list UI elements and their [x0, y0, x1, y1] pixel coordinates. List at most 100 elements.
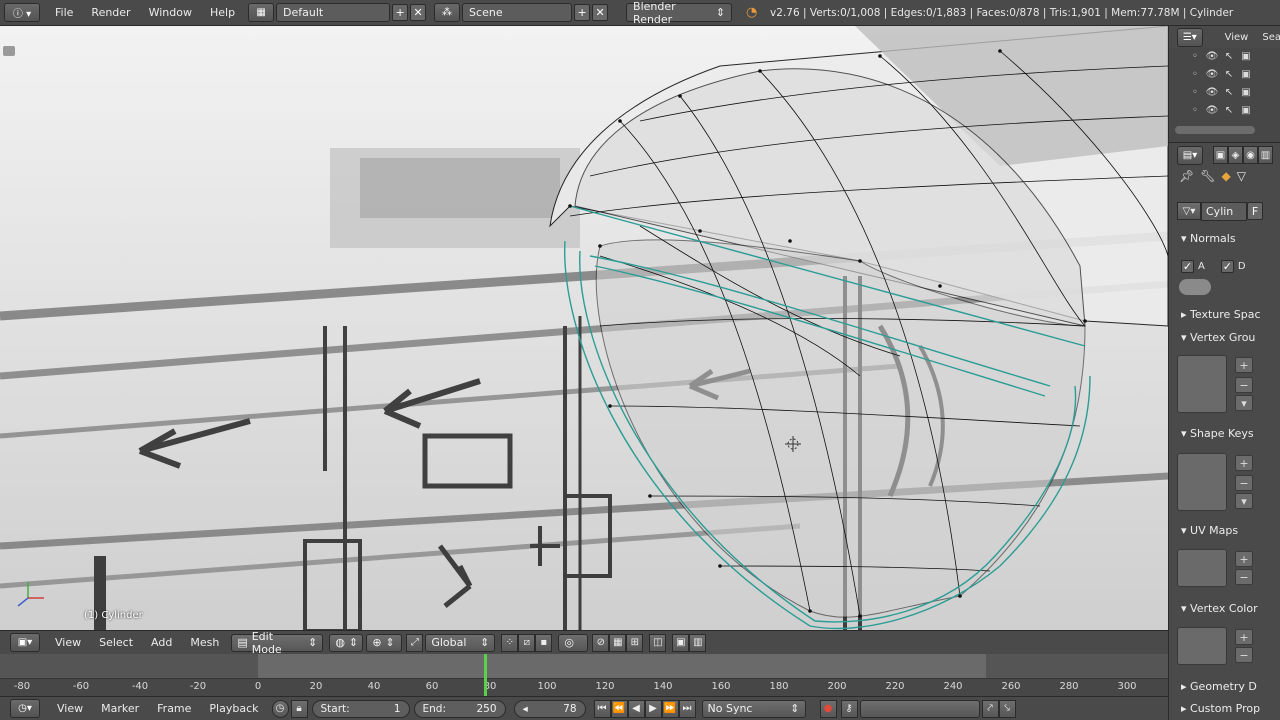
- shape-keys-panel-header[interactable]: ▾ Shape Keys: [1181, 427, 1254, 440]
- proportional-edit-dropdown[interactable]: ◎: [558, 633, 589, 652]
- keying-set-field[interactable]: [859, 699, 980, 718]
- menu-file[interactable]: File: [46, 0, 82, 26]
- mesh-data-icon[interactable]: ▽: [1237, 169, 1246, 183]
- play-reverse-icon[interactable]: ◀: [627, 699, 645, 718]
- scene-tab-icon[interactable]: ◈: [1228, 146, 1243, 164]
- preview-range-icon[interactable]: ◷: [271, 699, 289, 718]
- menu-add[interactable]: Add: [142, 636, 181, 649]
- remove-uv-map-button[interactable]: −: [1235, 569, 1253, 585]
- record-icon[interactable]: ●: [819, 699, 837, 718]
- scene-field[interactable]: Scene: [462, 3, 573, 22]
- menu-timeline-view[interactable]: View: [48, 702, 92, 715]
- double-sided-checkbox[interactable]: ✓: [1220, 260, 1234, 273]
- expand-icon[interactable]: ◦: [1189, 86, 1201, 98]
- delete-keyframe-icon[interactable]: ⤥: [998, 699, 1016, 718]
- timeline-editor-type-button[interactable]: ◷▾: [10, 699, 40, 718]
- vertex-colors-list[interactable]: [1177, 627, 1227, 665]
- vertex-groups-panel-header[interactable]: ▾ Vertex Grou: [1181, 331, 1255, 344]
- camera-render-icon[interactable]: ▣: [1240, 68, 1252, 80]
- uv-maps-panel-header[interactable]: ▾ UV Maps: [1181, 524, 1238, 537]
- custom-properties-panel-header[interactable]: ▸ Custom Prop: [1181, 702, 1260, 715]
- insert-keyframe-icon[interactable]: ⤤: [981, 699, 999, 718]
- outliner-menu-view[interactable]: View: [1225, 32, 1249, 43]
- remove-shape-key-button[interactable]: −: [1235, 475, 1253, 491]
- geometry-data-panel-header[interactable]: ▸ Geometry D: [1181, 680, 1257, 693]
- viewport-canvas[interactable]: [0, 26, 1168, 630]
- eye-icon[interactable]: 👁︎: [1206, 68, 1219, 80]
- object-tab-icon[interactable]: ▥: [1258, 146, 1273, 164]
- shape-keys-list[interactable]: [1177, 453, 1227, 511]
- add-shape-key-button[interactable]: +: [1235, 455, 1253, 471]
- render-still-icon[interactable]: ▣: [672, 633, 690, 652]
- viewport-shading-dropdown[interactable]: ◍ ⇕: [329, 633, 364, 652]
- cursor-select-icon[interactable]: ↖: [1223, 104, 1235, 116]
- face-select-icon[interactable]: ▪: [535, 633, 553, 652]
- modifier-tab-icon[interactable]: 🔧︎: [1200, 169, 1215, 183]
- menu-render[interactable]: Render: [82, 0, 139, 26]
- mesh-browse-icon[interactable]: ▽▾: [1177, 202, 1201, 220]
- cursor-select-icon[interactable]: ↖: [1223, 50, 1235, 62]
- timeline-area[interactable]: -80 -60 -40 -20 0 20 40 60 80 100 120 14…: [0, 654, 1168, 696]
- screen-layout-icon[interactable]: ▦: [248, 3, 275, 22]
- add-vertex-color-button[interactable]: +: [1235, 629, 1253, 645]
- auto-smooth-angle-field[interactable]: [1179, 279, 1211, 295]
- world-tab-icon[interactable]: ◉: [1243, 146, 1258, 164]
- start-frame-field[interactable]: Start: 1: [311, 699, 410, 718]
- snap-toggle-icon[interactable]: ⊘: [592, 633, 610, 652]
- outliner-row[interactable]: ◦ 👁︎ ↖ ▣: [1189, 104, 1252, 116]
- remove-scene-icon[interactable]: ✕: [592, 4, 609, 21]
- opengl-render-icon[interactable]: ◫: [649, 633, 667, 652]
- vertex-select-icon[interactable]: ⁘: [501, 633, 519, 652]
- sync-mode-dropdown[interactable]: No Sync ⇕: [701, 699, 806, 718]
- 3d-view-editor-type-button[interactable]: ▣▾: [10, 633, 40, 652]
- shape-key-menu-button[interactable]: ▾: [1235, 493, 1253, 509]
- add-layout-icon[interactable]: +: [392, 4, 409, 21]
- menu-marker[interactable]: Marker: [92, 702, 148, 715]
- jump-next-keyframe-icon[interactable]: ⏩: [661, 699, 679, 718]
- end-frame-field[interactable]: End: 250: [413, 699, 506, 718]
- 3d-viewport[interactable]: (1) Cylinder: [0, 26, 1168, 630]
- pivot-point-dropdown[interactable]: ⊕ ⇕: [366, 633, 403, 652]
- transform-orientation-dropdown[interactable]: Global ⇕: [425, 633, 496, 652]
- jump-start-icon[interactable]: ⏮: [593, 699, 611, 718]
- cursor-select-icon[interactable]: ↖: [1223, 68, 1235, 80]
- toolshelf-toggle-icon[interactable]: [3, 46, 15, 56]
- texture-space-panel-header[interactable]: ▸ Texture Spac: [1181, 308, 1261, 321]
- vertex-group-menu-button[interactable]: ▾: [1235, 395, 1253, 411]
- render-tab-icon[interactable]: ▣: [1213, 146, 1228, 164]
- timeline-ruler[interactable]: -80 -60 -40 -20 0 20 40 60 80 100 120 14…: [0, 678, 1168, 696]
- mode-dropdown[interactable]: ▤ Edit Mode ⇕: [231, 630, 324, 656]
- remove-layout-icon[interactable]: ✕: [410, 4, 427, 21]
- menu-frame[interactable]: Frame: [148, 702, 200, 715]
- add-vertex-group-button[interactable]: +: [1235, 357, 1253, 373]
- expand-icon[interactable]: ◦: [1189, 104, 1201, 116]
- menu-playback[interactable]: Playback: [200, 702, 267, 715]
- jump-end-icon[interactable]: ⏭: [678, 699, 696, 718]
- object-data-tab-icon[interactable]: ◆: [1221, 169, 1230, 183]
- snap-target-icon[interactable]: ⊞: [626, 633, 644, 652]
- properties-panel[interactable]: ▤▾ ▣ ◈ ◉ ▥ 📌︎ 🔧︎ ◆ ▽ ▽▾ Cylin F ▾ Normal…: [1168, 142, 1280, 720]
- outliner-panel[interactable]: ☰▾ View Sea ◦ 👁︎ ↖ ▣ ◦ 👁︎ ↖ ▣ ◦ 👁︎ ↖ ▣ ◦ 👁︎ ↖ ▣: [1168, 26, 1280, 142]
- outliner-row[interactable]: ◦ 👁︎ ↖ ▣: [1189, 86, 1252, 98]
- add-scene-icon[interactable]: +: [574, 4, 591, 21]
- outliner-editor-type-button[interactable]: ☰▾: [1177, 27, 1203, 47]
- vertex-groups-list[interactable]: [1177, 355, 1227, 413]
- camera-render-icon[interactable]: ▣: [1240, 86, 1252, 98]
- menu-window[interactable]: Window: [140, 0, 201, 26]
- normals-panel-header[interactable]: ▾ Normals: [1181, 232, 1236, 245]
- screen-layout-field[interactable]: Default: [276, 3, 391, 22]
- auto-smooth-checkbox[interactable]: ✓: [1181, 260, 1194, 273]
- outliner-row[interactable]: ◦ 👁︎ ↖ ▣: [1189, 50, 1252, 62]
- current-frame-field[interactable]: ◂ 78: [513, 699, 586, 718]
- keying-set-icon[interactable]: ⚷: [840, 699, 858, 718]
- expand-icon[interactable]: ◦: [1189, 68, 1201, 80]
- uv-maps-list[interactable]: [1177, 549, 1227, 587]
- vertex-colors-panel-header[interactable]: ▾ Vertex Color: [1181, 602, 1258, 615]
- fake-user-button[interactable]: F: [1247, 202, 1263, 220]
- jump-prev-keyframe-icon[interactable]: ⏪: [610, 699, 628, 718]
- manipulator-toggle-icon[interactable]: ⤢: [406, 633, 424, 652]
- menu-mesh[interactable]: Mesh: [181, 636, 228, 649]
- eye-icon[interactable]: 👁︎: [1206, 104, 1219, 116]
- remove-vertex-color-button[interactable]: −: [1235, 647, 1253, 663]
- lock-icon[interactable]: 🔒︎: [290, 699, 308, 718]
